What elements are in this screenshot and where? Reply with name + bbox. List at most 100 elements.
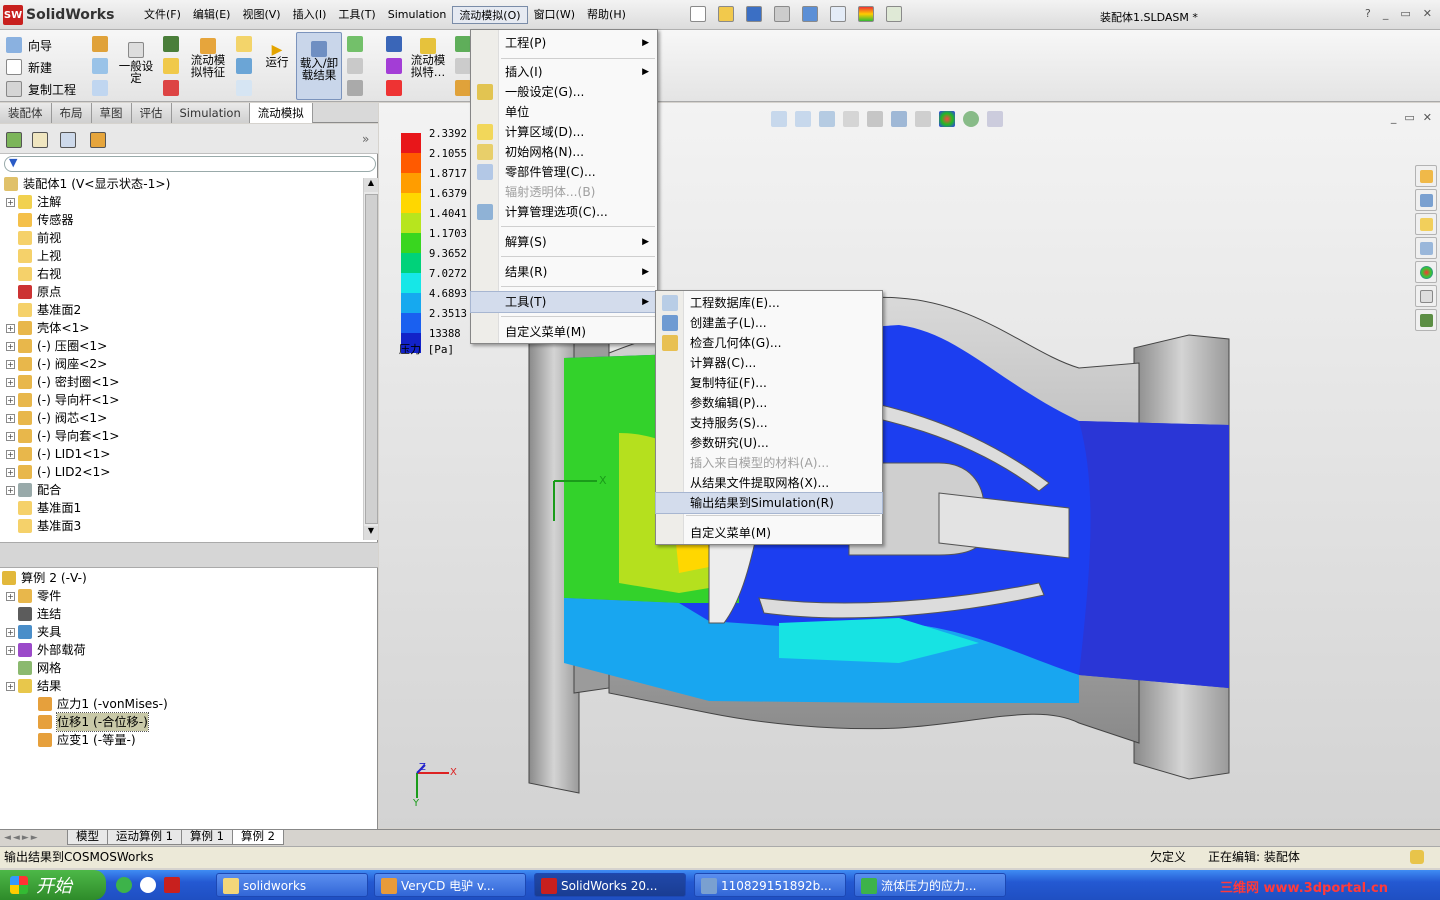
scroll-thumb[interactable] (365, 194, 378, 524)
taskbar-window[interactable]: solidworks (216, 873, 368, 897)
sim-tree-item[interactable]: + 结果 (6, 677, 61, 695)
tab-study-1[interactable]: 算例 1 (180, 830, 233, 845)
tree-item[interactable]: + 注解 (6, 193, 61, 211)
expand-toggle-icon[interactable]: + (6, 377, 15, 387)
sim-tree-item[interactable]: + 夹具 (6, 623, 61, 641)
new-icon[interactable] (690, 6, 706, 22)
sim-tree-item[interactable]: 应变1 (-等量-) (38, 731, 136, 749)
minimize-icon[interactable]: _ (1383, 7, 1389, 20)
tree-item[interactable]: + (-) 阀芯<1> (6, 409, 107, 427)
sim-tree-item[interactable]: 连结 (6, 605, 61, 623)
tree-scrollbar[interactable]: ▲ ▼ (363, 178, 378, 540)
tab-sketch[interactable]: 草图 (91, 103, 132, 123)
expand-toggle-icon[interactable]: + (6, 645, 15, 655)
sim-tree-item[interactable]: 位移1 (-合位移-) (38, 712, 149, 732)
expand-toggle-icon[interactable] (6, 252, 15, 261)
sim-tree-item[interactable]: + 零件 (6, 587, 61, 605)
general-settings-button[interactable]: 一般设定 (114, 42, 158, 84)
tree-item[interactable]: 原点 (6, 283, 61, 301)
tree-item[interactable]: 前视 (6, 229, 61, 247)
expand-toggle-icon[interactable] (6, 610, 15, 619)
sim-tree-item[interactable]: 应力1 (-vonMises-) (38, 695, 168, 713)
tree-root[interactable]: 装配体1 (V<显示状态-1>) (4, 175, 170, 193)
menu-view[interactable]: 视图(V) (236, 6, 286, 24)
menu-flow-simulation[interactable]: 流动模拟(O) (452, 6, 528, 24)
expand-toggle-icon[interactable]: + (6, 485, 15, 495)
flow-sim-more-button[interactable]: 流动模拟特… (406, 38, 450, 78)
taskbar-window[interactable]: SolidWorks 20... (534, 873, 686, 897)
tree-item[interactable]: + (-) 密封圈<1> (6, 373, 120, 391)
surface-plot-icon[interactable] (347, 58, 363, 74)
tree-item[interactable]: + (-) 导向套<1> (6, 427, 120, 445)
expand-toggle-icon[interactable] (6, 664, 15, 673)
tab-motion-study[interactable]: 运动算例 1 (107, 830, 182, 845)
expand-toggle-icon[interactable]: + (6, 467, 15, 477)
menu-item[interactable]: 一般设定(G)... (471, 82, 657, 102)
undo-icon[interactable] (802, 6, 818, 22)
select-icon[interactable] (830, 6, 846, 22)
restore-icon[interactable]: ▭ (1400, 7, 1410, 20)
menu-item[interactable]: 计算区域(D)... (471, 122, 657, 142)
expand-toggle-icon[interactable]: + (6, 413, 15, 423)
tree-item[interactable]: + 配合 (6, 481, 61, 499)
checker-icon[interactable] (163, 80, 179, 96)
study-root[interactable]: 算例 2 (-V-) (2, 569, 87, 587)
menu-edit[interactable]: 编辑(E) (187, 6, 237, 24)
menu-item[interactable]: 检查几何体(G)... (656, 333, 882, 353)
flow-sim-pane-icon[interactable] (1415, 309, 1437, 331)
expand-toggle-icon[interactable]: + (6, 449, 15, 459)
tab-nav-arrows[interactable]: ◄◄►► (0, 833, 68, 843)
menu-item[interactable]: 工程数据库(E)... (656, 293, 882, 313)
menu-item[interactable]: 工具(T) ▶ (470, 291, 658, 313)
configuration-icon[interactable] (60, 132, 76, 148)
point-params-icon[interactable] (386, 80, 402, 96)
tree-filter[interactable]: ▼ (4, 156, 376, 172)
expand-toggle-icon[interactable]: + (6, 323, 15, 333)
save-icon[interactable] (746, 6, 762, 22)
monitor-icon[interactable] (236, 80, 252, 96)
menu-item[interactable]: 输出结果到Simulation(R) (655, 492, 883, 514)
menu-help[interactable]: 帮助(H) (581, 6, 632, 24)
scroll-down-icon[interactable]: ▼ (364, 526, 378, 540)
expand-toggle-icon[interactable]: + (6, 431, 15, 441)
menu-simulation[interactable]: Simulation (382, 6, 453, 24)
tree-item[interactable]: 基准面3 (6, 517, 81, 535)
goals-icon[interactable] (92, 36, 108, 52)
print-icon[interactable] (774, 6, 790, 22)
particle-icon[interactable] (386, 58, 402, 74)
menu-item[interactable]: 参数编辑(P)... (656, 393, 882, 413)
tree-item[interactable]: + (-) 导向杆<1> (6, 391, 120, 409)
expand-toggle-icon[interactable] (6, 288, 15, 297)
feature-tree-icon[interactable] (6, 132, 22, 148)
taskbar-window[interactable]: VeryCD 电驴 v... (374, 873, 526, 897)
expand-toggle-icon[interactable] (6, 306, 15, 315)
ie-icon[interactable] (116, 877, 132, 893)
tree-item[interactable]: 传感器 (6, 211, 74, 229)
menu-item[interactable]: 初始网格(N)... (471, 142, 657, 162)
menu-item[interactable]: 创建盖子(L)... (656, 313, 882, 333)
expand-toggle-icon[interactable] (6, 216, 15, 225)
home-icon[interactable] (1415, 165, 1437, 187)
menu-item[interactable]: 从结果文件提取网格(X)... (656, 473, 882, 493)
menu-item[interactable]: 插入(I) ▶ (471, 62, 657, 82)
menu-item[interactable]: 结果(R) ▶ (471, 262, 657, 282)
menu-item[interactable]: 自定义菜单(M) (471, 322, 657, 342)
load-results-button[interactable]: 载入/卸载结果 (296, 32, 342, 100)
taskbar-window[interactable]: 110829151892b... (694, 873, 846, 897)
report-icon[interactable] (455, 58, 471, 74)
taskbar-window[interactable]: 流体压力的应力... (854, 873, 1006, 897)
expand-toggle-icon[interactable]: + (6, 627, 15, 637)
tab-simulation[interactable]: Simulation (171, 103, 250, 123)
flow-analysis-tree-icon[interactable] (90, 132, 106, 148)
table-icon[interactable] (236, 36, 252, 52)
scroll-up-icon[interactable]: ▲ (364, 178, 378, 192)
menu-window[interactable]: 窗口(W) (528, 6, 581, 24)
sim-tree-item[interactable]: + 外部载荷 (6, 641, 86, 659)
expand-toggle-icon[interactable]: + (6, 359, 15, 369)
help-icon[interactable]: ? (1365, 7, 1371, 20)
open-icon[interactable] (718, 6, 734, 22)
menu-item[interactable]: 解算(S) ▶ (471, 232, 657, 252)
new-project-button[interactable]: 新建 (6, 56, 76, 78)
solidworks-logo[interactable]: SW SolidWorks (3, 4, 121, 26)
menu-item[interactable]: 单位 (471, 102, 657, 122)
